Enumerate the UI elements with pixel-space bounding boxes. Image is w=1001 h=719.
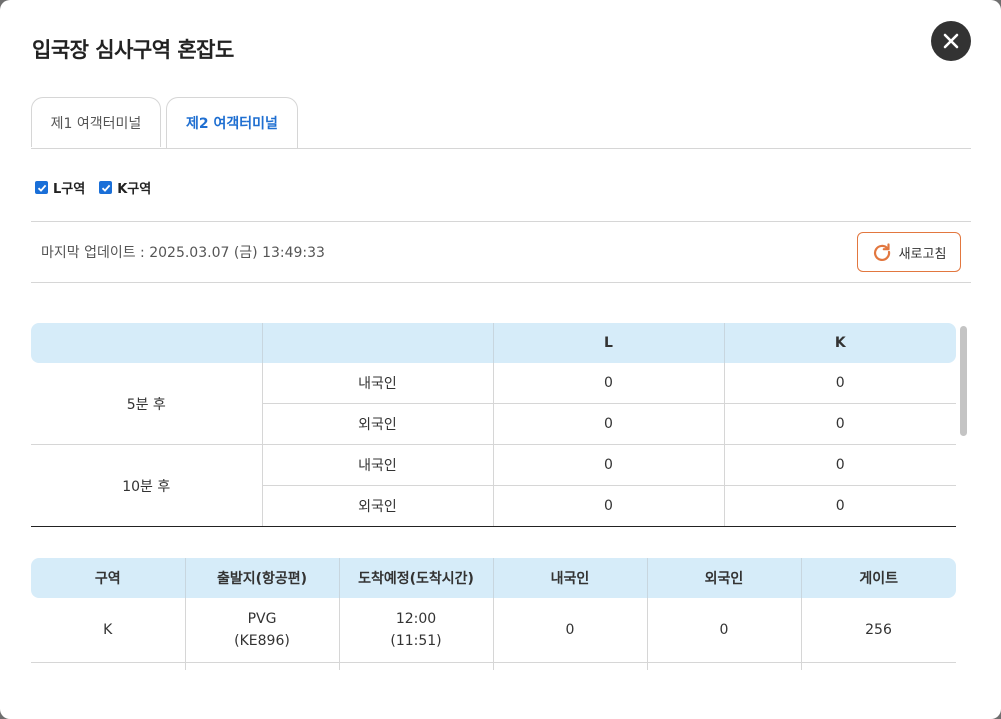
column-header bbox=[261, 323, 493, 363]
count-k: 0 bbox=[723, 444, 956, 486]
time-group-label: 10분 후 bbox=[31, 444, 262, 527]
origin-cell: PVG (KE896) bbox=[184, 598, 339, 663]
congestion-table: L K 5분 후 내국인 0 0 외국인 0 0 10분 후 내국인 0 0 외… bbox=[31, 323, 956, 527]
arrival-time: (11:51) bbox=[390, 633, 442, 649]
count-l: 0 bbox=[492, 444, 724, 486]
refresh-button[interactable]: 새로고침 bbox=[857, 232, 961, 272]
table-cell bbox=[492, 662, 647, 670]
count-l: 0 bbox=[492, 485, 724, 527]
table-header-row: 구역 출발지(항공편) 도착예정(도착시간) 내국인 외국인 게이트 bbox=[31, 558, 956, 598]
count-l: 0 bbox=[492, 403, 724, 445]
table-row: K PVG (KE896) 12:00 (11:51) 0 0 256 bbox=[31, 598, 956, 663]
column-header: 도착예정(도착시간) bbox=[338, 558, 493, 598]
count-k: 0 bbox=[723, 363, 956, 404]
congestion-modal: 입국장 심사구역 혼잡도 제1 여객터미널 제2 여객터미널 L구역 K구역 마… bbox=[0, 0, 1001, 719]
flight-table: 구역 출발지(항공편) 도착예정(도착시간) 내국인 외국인 게이트 K PVG… bbox=[31, 558, 956, 670]
modal-title: 입국장 심사구역 혼잡도 bbox=[32, 38, 234, 62]
table-cell bbox=[646, 662, 801, 670]
column-header: L bbox=[492, 323, 724, 363]
tab-terminal-2[interactable]: 제2 여객터미널 bbox=[166, 97, 298, 148]
column-header: 게이트 bbox=[800, 558, 956, 598]
refresh-icon bbox=[873, 243, 890, 261]
refresh-label: 새로고침 bbox=[898, 246, 947, 262]
terminal-tabs: 제1 여객터미널 제2 여객터미널 bbox=[31, 97, 971, 149]
gate-cell: 256 bbox=[800, 598, 956, 663]
checkbox-zone-k[interactable] bbox=[99, 181, 113, 194]
table-cell bbox=[31, 662, 185, 670]
zone-cell: K bbox=[31, 598, 185, 663]
table-row: 10분 후 내국인 0 0 bbox=[31, 444, 956, 527]
time-group-label: 5분 후 bbox=[31, 363, 262, 445]
column-header: 구역 bbox=[31, 558, 185, 598]
close-button[interactable] bbox=[931, 21, 971, 61]
count-k: 0 bbox=[723, 403, 956, 445]
passenger-type: 외국인 bbox=[261, 485, 493, 527]
count-k: 0 bbox=[723, 485, 956, 527]
check-icon bbox=[101, 184, 110, 192]
filter-label-zone-k: K구역 bbox=[117, 182, 152, 197]
scrollbar-thumb[interactable] bbox=[960, 326, 967, 436]
passenger-type: 외국인 bbox=[261, 403, 493, 445]
column-header bbox=[31, 323, 262, 363]
passenger-type: 내국인 bbox=[261, 363, 493, 404]
filter-zone-l[interactable]: L구역 bbox=[35, 178, 85, 197]
check-icon bbox=[37, 184, 46, 192]
table-row: 5분 후 내국인 0 0 bbox=[31, 363, 956, 445]
checkbox-zone-l[interactable] bbox=[35, 181, 48, 194]
column-header: 외국인 bbox=[646, 558, 801, 598]
table-cell bbox=[338, 662, 493, 670]
domestic-count: 0 bbox=[492, 598, 647, 663]
table-header-row: L K bbox=[31, 323, 956, 363]
zone-filters: L구역 K구역 bbox=[35, 178, 151, 197]
divider bbox=[31, 282, 971, 283]
flight-table-scroll-area[interactable]: 구역 출발지(항공편) 도착예정(도착시간) 내국인 외국인 게이트 K PVG… bbox=[31, 558, 956, 670]
scheduled-time: 12:00 bbox=[395, 611, 437, 627]
last-updated-text: 마지막 업데이트 : 2025.03.07 (금) 13:49:33 bbox=[41, 245, 325, 261]
eta-cell: 12:00 (11:51) bbox=[338, 598, 493, 663]
table-cell bbox=[184, 662, 339, 670]
table-row bbox=[31, 662, 956, 670]
column-header: 출발지(항공편) bbox=[184, 558, 339, 598]
tab-terminal-1[interactable]: 제1 여객터미널 bbox=[31, 97, 161, 147]
count-l: 0 bbox=[492, 363, 724, 404]
column-header: K bbox=[723, 323, 956, 363]
passenger-type: 내국인 bbox=[261, 444, 493, 486]
table-cell bbox=[800, 662, 956, 670]
close-icon bbox=[943, 33, 959, 49]
filter-zone-k[interactable]: K구역 bbox=[99, 178, 151, 197]
flight-number: (KE896) bbox=[234, 633, 290, 649]
origin-airport: PVG bbox=[247, 611, 277, 627]
column-header: 내국인 bbox=[492, 558, 647, 598]
divider bbox=[31, 221, 971, 222]
foreign-count: 0 bbox=[646, 598, 801, 663]
filter-label-zone-l: L구역 bbox=[53, 182, 86, 197]
scrollbar[interactable] bbox=[958, 323, 968, 670]
